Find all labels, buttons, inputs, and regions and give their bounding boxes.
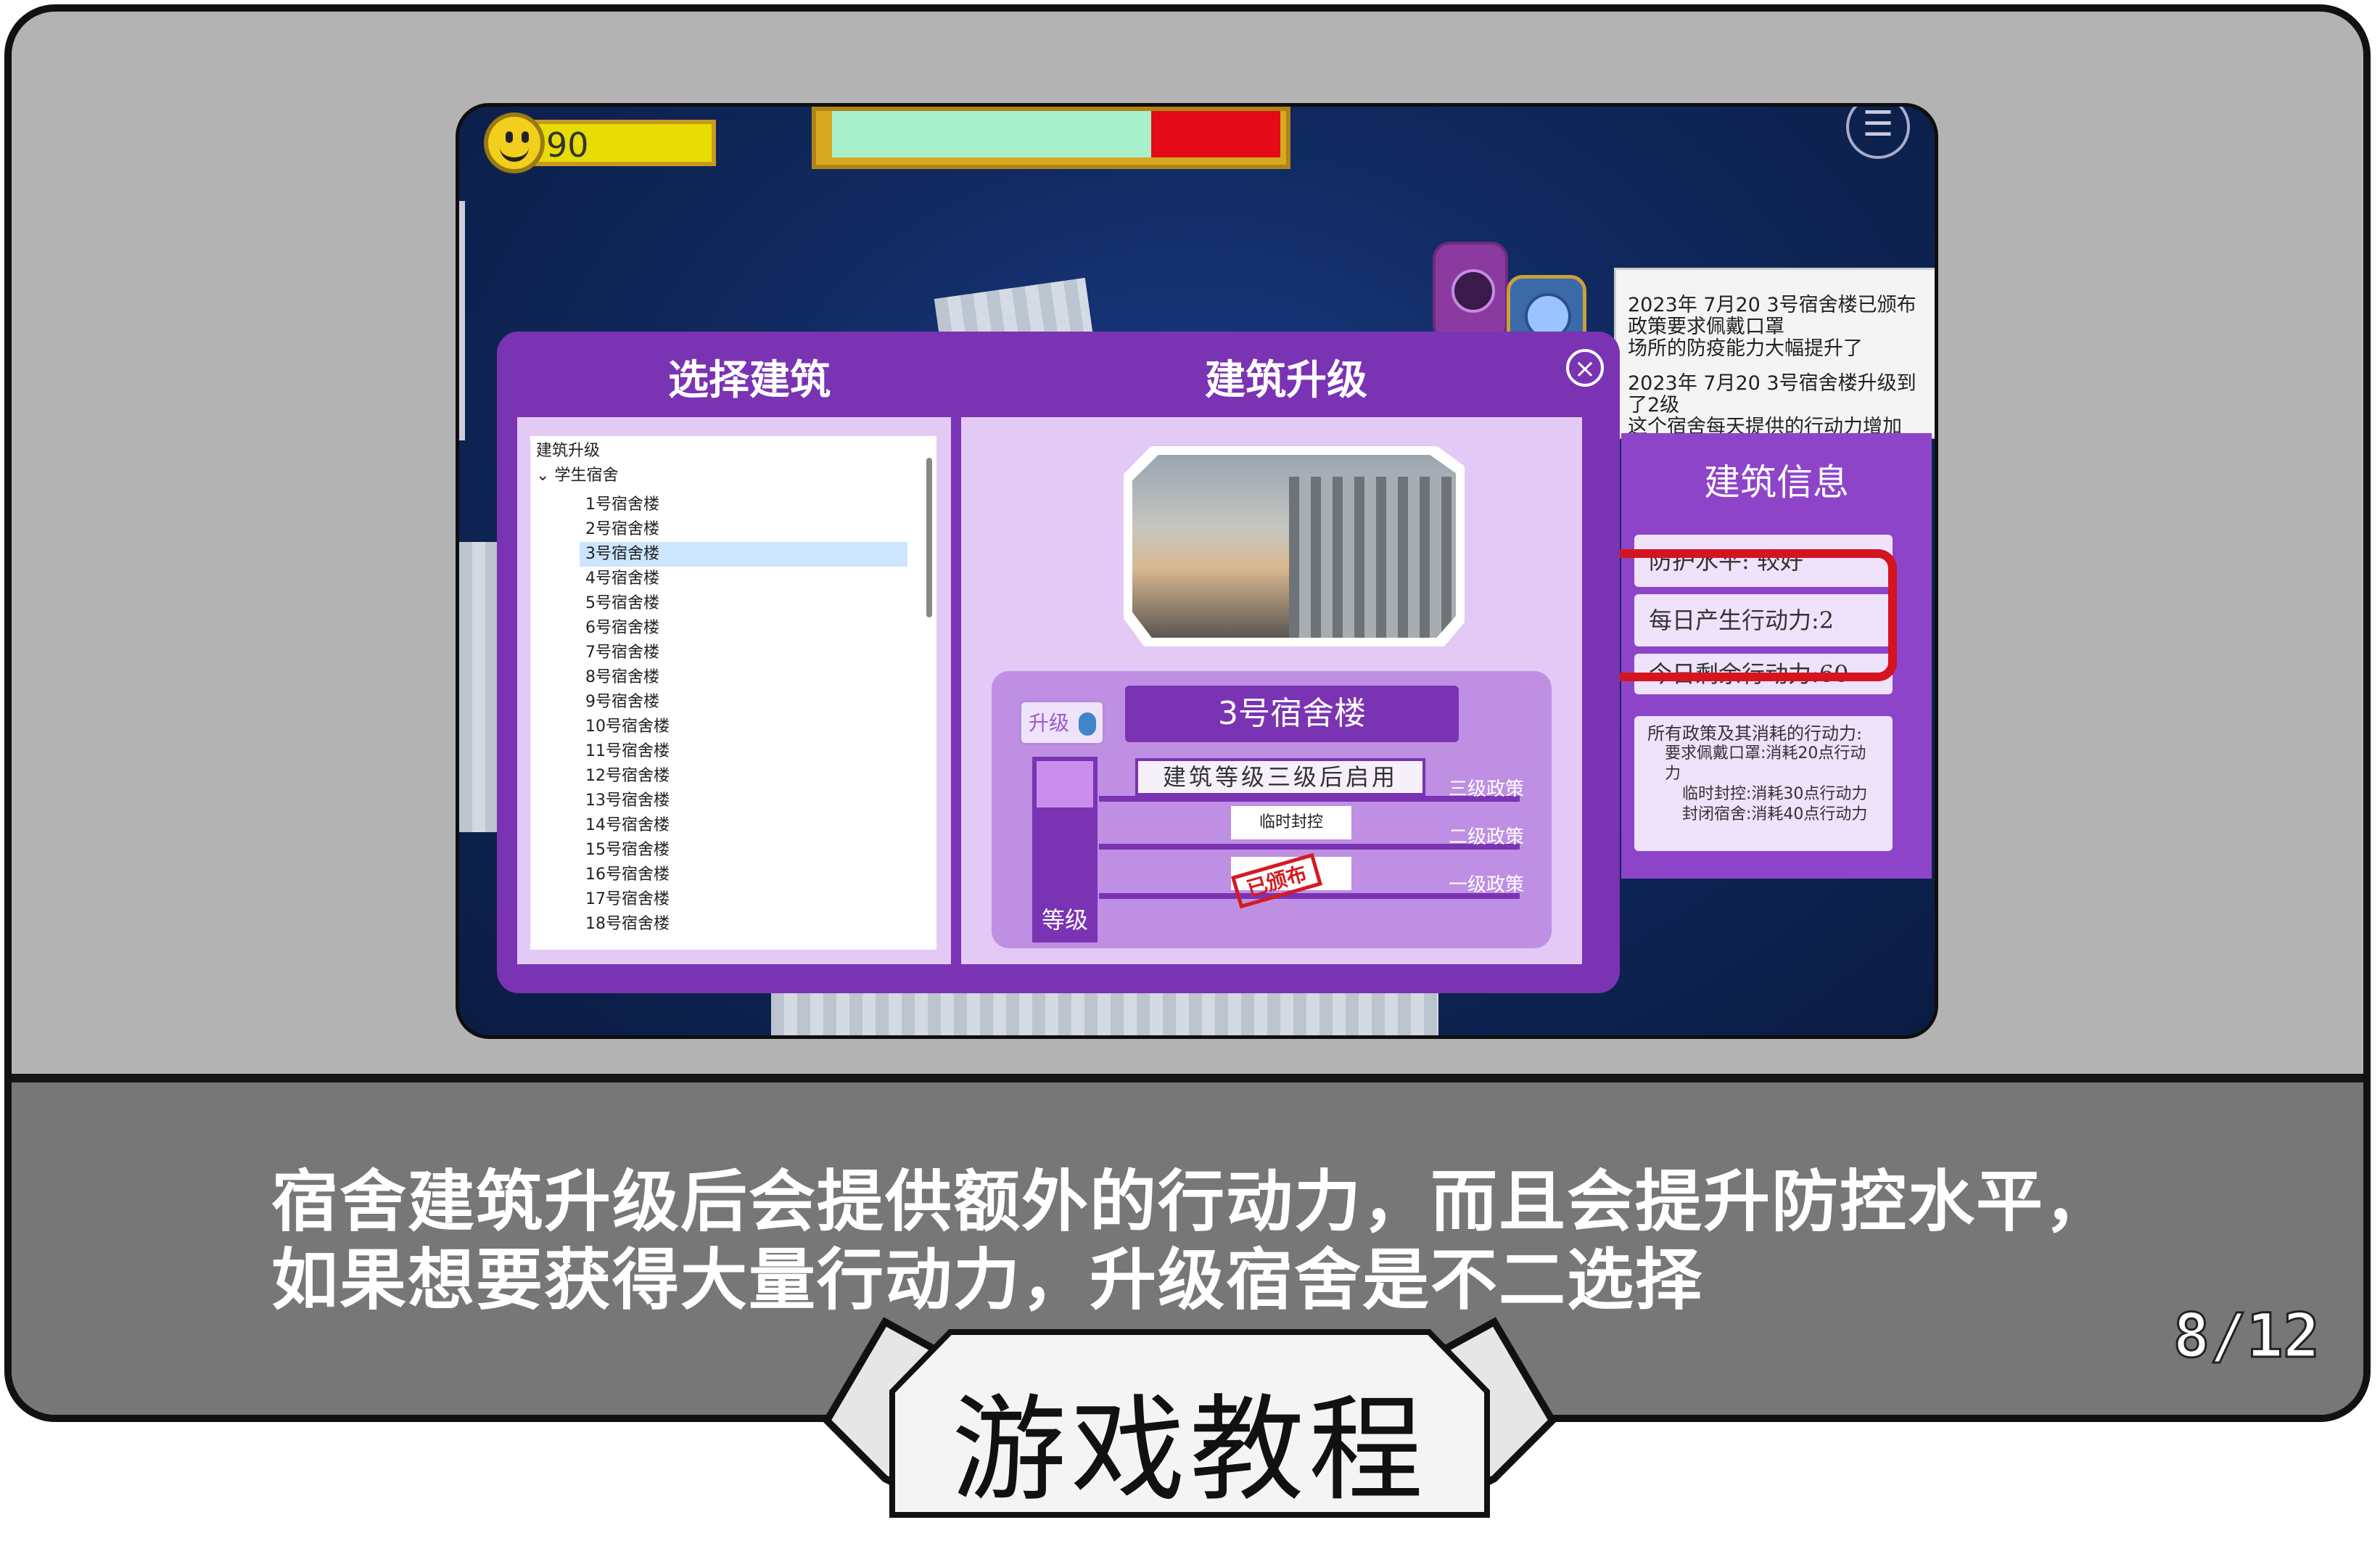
building-upgrade-title: 建筑升级 — [1205, 357, 1367, 404]
tree-item[interactable]: 2号宿舍楼 — [585, 517, 659, 542]
tree-item[interactable]: 8号宿舍楼 — [585, 665, 659, 690]
news-line: 了2级 — [1628, 394, 1680, 416]
banner-title: 游戏教程 — [952, 1384, 1428, 1517]
mood-meter: 90 — [484, 112, 716, 173]
policy-item: 封闭宿舍:消耗40点行动力 — [1682, 805, 1868, 823]
policy-header: 所有政策及其消耗的行动力: — [1647, 723, 1863, 744]
tree-scrollbar[interactable] — [926, 458, 932, 617]
news-line: 2023年 7月20 3号宿舍楼已颁布 — [1628, 294, 1916, 316]
caption-line-2: 如果想要获得大量行动力，升级宿舍是不二选择 — [271, 1241, 1704, 1319]
map-fragment — [459, 542, 503, 832]
status-bar-danger — [1151, 111, 1280, 157]
building-dialog: 选择建筑 建筑升级 × 建筑升级 ⌄ 学生宿舍 1号宿舍楼 2号宿舍楼 3号宿舍楼 4… — [497, 332, 1620, 993]
select-building-title: 选择建筑 — [668, 357, 831, 404]
lockdown-policy-button[interactable]: 临时封控 — [1231, 806, 1351, 839]
level-meter: 等级 — [1032, 757, 1098, 942]
tree-item[interactable]: 18号宿舍楼 — [585, 912, 670, 937]
upgrade-panel: 升级 3号宿舍楼 等级 三级政策 二级政策 一级政策 建筑等级三级后启用 临时封… — [961, 417, 1582, 964]
level-empty-segment — [1037, 761, 1093, 808]
tree-item[interactable]: 1号宿舍楼 — [585, 493, 659, 517]
building-name: 3号宿舍楼 — [1125, 686, 1459, 742]
building-tree[interactable]: 建筑升级 ⌄ 学生宿舍 1号宿舍楼 2号宿舍楼 3号宿舍楼 4号宿舍楼 5号宿舍楼 6号宿… — [530, 436, 936, 950]
upgrade-button[interactable]: 升级 — [1019, 700, 1105, 745]
building-photo — [1132, 455, 1456, 638]
chevron-down-icon[interactable]: ⌄ — [536, 467, 554, 485]
tree-item[interactable]: 7号宿舍楼 — [585, 641, 659, 665]
news-line: 场所的防疫能力大幅提升了 — [1628, 337, 1863, 360]
level3-label: 三级政策 — [1449, 778, 1525, 800]
arrow-up-icon — [1078, 712, 1096, 736]
policy-item: 临时封控:消耗30点行动力 — [1682, 785, 1868, 803]
info-title: 建筑信息 — [1704, 461, 1849, 504]
policy-cost-list: 所有政策及其消耗的行动力: 要求佩戴口罩:消耗20点行动力 临时封控:消耗30点… — [1634, 716, 1893, 851]
epidemic-status-bar — [812, 107, 1290, 169]
tutorial-banner: 游戏教程 — [798, 1312, 1581, 1522]
tree-item[interactable]: 9号宿舍楼 — [585, 690, 659, 715]
tree-item[interactable]: 4号宿舍楼 — [585, 567, 659, 591]
tree-item[interactable]: 12号宿舍楼 — [585, 764, 670, 789]
mood-bar: 90 — [535, 120, 716, 166]
news-line: 政策要求佩戴口罩 — [1628, 316, 1784, 338]
page-counter: 8/12 — [2172, 1299, 2321, 1373]
mood-value: 90 — [546, 126, 589, 165]
tree-root[interactable]: 建筑升级 — [536, 439, 600, 464]
tutorial-card: 90 ☰ 2023年 7月20 3号宿舍楼已颁布 政策要求佩戴口罩 场所的防疫能… — [4, 4, 2371, 1422]
list-icon[interactable]: ☰ — [1846, 107, 1910, 159]
tree-item[interactable]: 14号宿舍楼 — [585, 813, 670, 838]
upgrade-label: 升级 — [1029, 711, 1070, 735]
level2-label: 二级政策 — [1449, 826, 1525, 848]
tree-item[interactable]: 11号宿舍楼 — [585, 739, 670, 764]
news-line — [1616, 360, 1935, 373]
highlight-box — [1602, 549, 1897, 681]
tree-item[interactable]: 6号宿舍楼 — [585, 616, 659, 641]
tree-item[interactable]: 17号宿舍楼 — [585, 887, 670, 912]
game-screenshot: 90 ☰ 2023年 7月20 3号宿舍楼已颁布 政策要求佩戴口罩 场所的防疫能… — [456, 103, 1938, 1039]
tree-item[interactable]: 3号宿舍楼 — [585, 542, 659, 567]
building-photo-frame — [1124, 446, 1465, 646]
news-feed: 2023年 7月20 3号宿舍楼已颁布 政策要求佩戴口罩 场所的防疫能力大幅提升… — [1614, 268, 1935, 439]
tool-button-purple[interactable] — [1433, 242, 1508, 342]
news-line: 2023年 7月20 3号宿舍楼升级到 — [1628, 372, 1916, 395]
tree-item[interactable]: 10号宿舍楼 — [585, 715, 670, 739]
level-label: 等级 — [1041, 906, 1088, 934]
tree-item[interactable]: 13号宿舍楼 — [585, 789, 670, 813]
smiley-icon — [484, 112, 545, 173]
level3-policy-button[interactable]: 建筑等级三级后启用 — [1135, 758, 1425, 796]
tree-item[interactable]: 15号宿舍楼 — [585, 838, 670, 863]
tree-group[interactable]: ⌄ 学生宿舍 — [536, 464, 618, 488]
upgrade-controls: 升级 3号宿舍楼 等级 三级政策 二级政策 一级政策 建筑等级三级后启用 临时封… — [992, 671, 1552, 948]
tree-item[interactable]: 16号宿舍楼 — [585, 863, 670, 887]
tree-group-label: 学生宿舍 — [554, 467, 619, 485]
left-scrollbar[interactable] — [459, 201, 465, 440]
policy-item: 要求佩戴口罩:消耗20点行动力 — [1665, 744, 1866, 783]
close-icon[interactable]: × — [1566, 349, 1604, 387]
tree-item[interactable]: 5号宿舍楼 — [585, 591, 659, 616]
status-bar-fill — [832, 111, 1151, 157]
level1-label: 一级政策 — [1449, 874, 1525, 896]
